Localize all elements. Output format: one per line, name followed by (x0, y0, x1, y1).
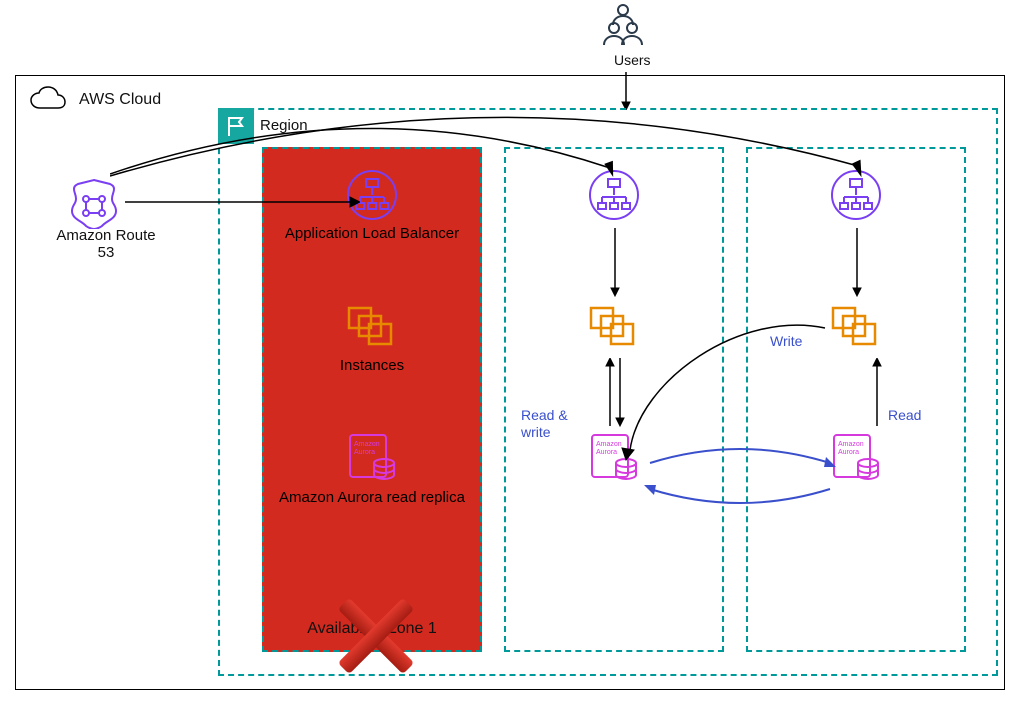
svg-text:Aurora: Aurora (838, 449, 859, 456)
route53-icon (68, 177, 120, 232)
svg-text:Amazon: Amazon (838, 441, 864, 448)
svg-text:Amazon: Amazon (596, 441, 622, 448)
failure-x-icon (336, 596, 416, 679)
alb-label: Application Load Balancer (264, 225, 480, 242)
aurora-label: Amazon Aurora read replica (264, 489, 480, 508)
svg-text:Aurora: Aurora (354, 449, 375, 456)
svg-text:Amazon: Amazon (354, 441, 380, 448)
cloud-icon (28, 86, 68, 114)
route53-label: Amazon Route 53 (46, 227, 166, 261)
users-icon (596, 0, 652, 51)
read-label: Read (888, 407, 921, 423)
availability-zone-1: Application Load Balancer Instances Amaz… (262, 147, 482, 652)
instances-icon (264, 304, 480, 355)
az3-title: Availability Zone 3 (748, 620, 964, 638)
az2-title: Availability Zone 2 (506, 620, 722, 638)
users-label: Users (614, 52, 651, 68)
aurora-icon: Amazon Aurora (264, 429, 480, 488)
instances-label: Instances (264, 357, 480, 374)
replication-arrows-icon (640, 445, 840, 515)
svg-text:Aurora: Aurora (596, 449, 617, 456)
